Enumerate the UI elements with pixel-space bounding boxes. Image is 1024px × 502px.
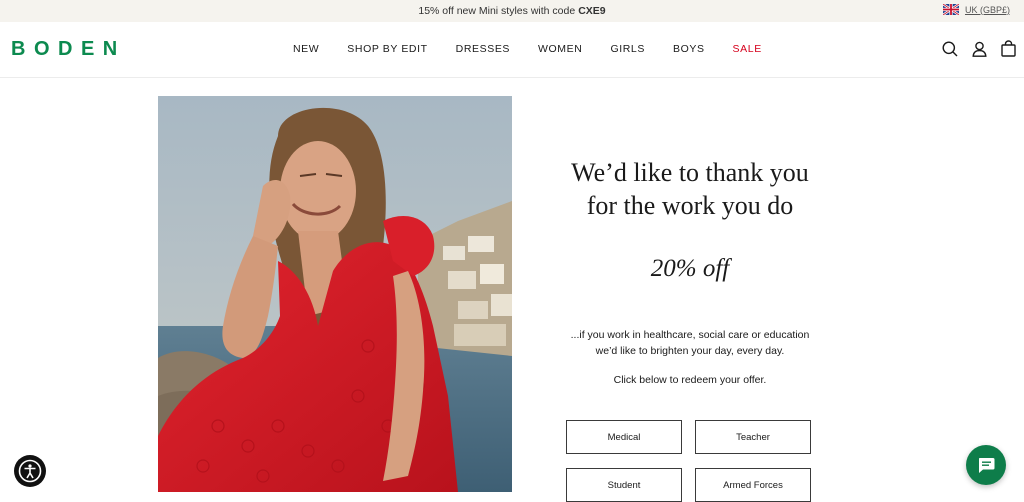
nav-item-girls[interactable]: GIRLS bbox=[610, 43, 645, 55]
nav-item-dresses[interactable]: DRESSES bbox=[456, 43, 510, 55]
locale-label[interactable]: UK (GBP£) bbox=[965, 5, 1010, 15]
promo-code: CXE9 bbox=[578, 5, 606, 17]
student-button[interactable]: Student bbox=[566, 468, 682, 502]
accessibility-button[interactable] bbox=[14, 455, 46, 487]
uk-flag-icon bbox=[942, 4, 959, 15]
hero-copy: We’d like to thank you for the work you … bbox=[540, 156, 840, 386]
offer-description: ...if you work in healthcare, social car… bbox=[540, 327, 840, 359]
promo-banner: 15% off new Mini styles with code CXE9 U… bbox=[0, 0, 1024, 22]
chat-icon bbox=[979, 458, 995, 473]
description-line-2: we’d like to brighten your day, every da… bbox=[595, 345, 785, 357]
promo-text: 15% off new Mini styles with code bbox=[418, 5, 576, 17]
accessibility-icon bbox=[18, 459, 42, 483]
nav-item-shop-by-edit[interactable]: SHOP BY EDIT bbox=[347, 43, 427, 55]
headline-line-1: We’d like to thank you bbox=[571, 158, 809, 187]
boden-logo[interactable]: BODEN bbox=[11, 38, 126, 61]
headline-line-2: for the work you do bbox=[586, 191, 794, 220]
teacher-button[interactable]: Teacher bbox=[695, 420, 811, 454]
headline: We’d like to thank you for the work you … bbox=[540, 156, 840, 222]
nav-item-women[interactable]: WOMEN bbox=[538, 43, 582, 55]
locale-selector[interactable]: UK (GBP£) bbox=[942, 4, 1010, 15]
nav-item-sale[interactable]: SALE bbox=[733, 43, 762, 55]
account-icon[interactable] bbox=[972, 41, 987, 57]
cta-instruction: Click below to redeem your offer. bbox=[613, 374, 767, 386]
chat-button[interactable] bbox=[966, 445, 1006, 485]
offer-text: 20% off bbox=[650, 255, 730, 282]
site-header: BODEN NEW SHOP BY EDIT DRESSES WOMEN GIR… bbox=[0, 22, 1024, 78]
bag-icon[interactable] bbox=[1001, 40, 1016, 57]
armed-forces-button[interactable]: Armed Forces bbox=[695, 468, 811, 502]
description-line-1: ...if you work in healthcare, social car… bbox=[570, 329, 810, 341]
medical-button[interactable]: Medical bbox=[566, 420, 682, 454]
header-icons bbox=[942, 40, 1016, 57]
search-icon[interactable] bbox=[942, 41, 958, 57]
hero-image bbox=[158, 96, 512, 492]
nav-item-new[interactable]: NEW bbox=[293, 43, 319, 55]
main-nav: NEW SHOP BY EDIT DRESSES WOMEN GIRLS BOY… bbox=[293, 43, 762, 55]
nav-item-boys[interactable]: BOYS bbox=[673, 43, 705, 55]
